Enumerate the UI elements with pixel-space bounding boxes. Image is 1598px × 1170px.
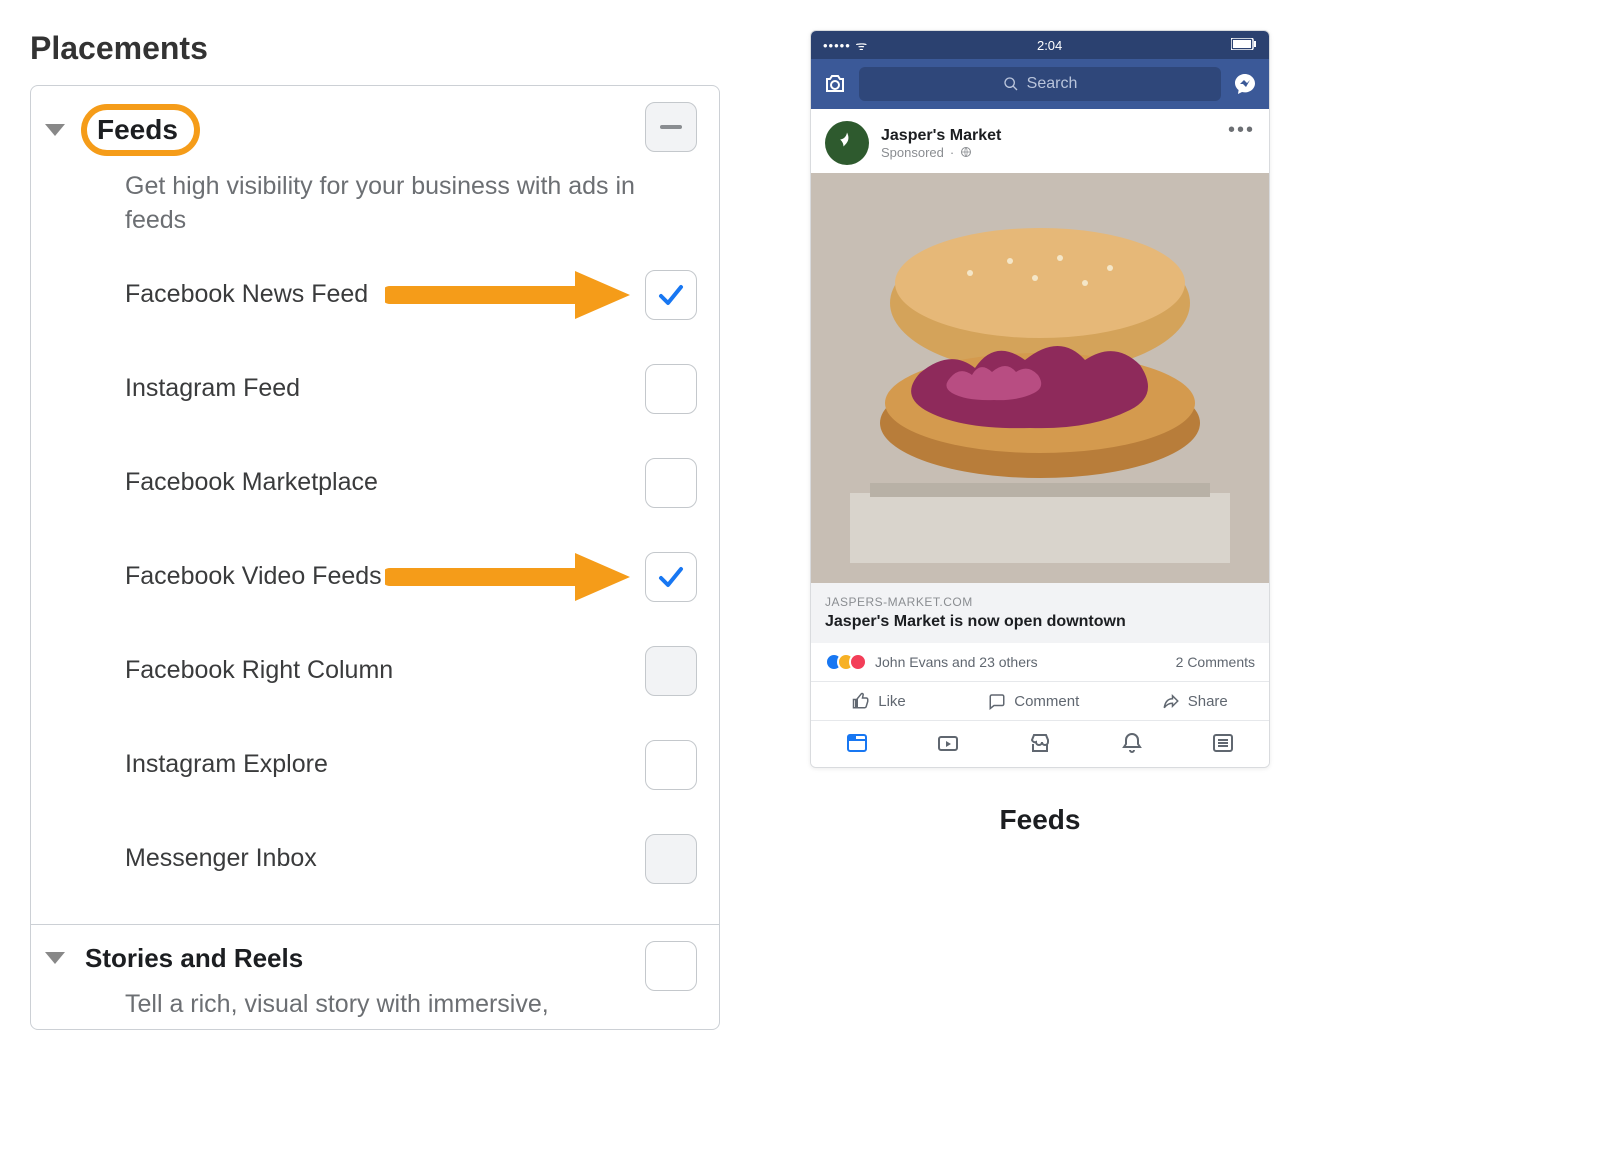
checkbox[interactable] bbox=[645, 364, 697, 414]
post-menu-icon[interactable]: ••• bbox=[1228, 125, 1255, 135]
tab-watch-icon[interactable] bbox=[935, 731, 961, 755]
post-action-row: Like Comment Share bbox=[811, 682, 1269, 721]
feeds-options: Facebook News Feed Instagram Feed F bbox=[125, 248, 697, 906]
option-label: Instagram Feed bbox=[125, 374, 300, 403]
checkbox[interactable] bbox=[645, 552, 697, 602]
search-icon bbox=[1003, 76, 1019, 92]
option-label: Facebook Right Column bbox=[125, 656, 393, 685]
status-time: 2:04 bbox=[1037, 38, 1062, 53]
option-facebook-right-column[interactable]: Facebook Right Column bbox=[125, 624, 697, 718]
option-facebook-marketplace[interactable]: Facebook Marketplace bbox=[125, 436, 697, 530]
option-label: Facebook Video Feeds bbox=[125, 562, 382, 591]
like-button[interactable]: Like bbox=[852, 692, 906, 710]
section-feeds: Feeds Get high visibility for your busin… bbox=[31, 86, 719, 925]
caret-down-icon[interactable] bbox=[45, 952, 65, 964]
link-title: Jasper's Market is now open downtown bbox=[825, 613, 1255, 631]
option-instagram-feed[interactable]: Instagram Feed bbox=[125, 342, 697, 436]
tab-menu-icon[interactable] bbox=[1210, 731, 1236, 755]
comment-icon bbox=[988, 692, 1006, 710]
like-icon bbox=[852, 692, 870, 710]
section-stories-title: Stories and Reels bbox=[81, 943, 303, 974]
comment-label: Comment bbox=[1014, 693, 1079, 710]
share-icon bbox=[1162, 692, 1180, 710]
tab-feed-icon[interactable] bbox=[844, 731, 870, 755]
option-label: Messenger Inbox bbox=[125, 844, 317, 873]
share-label: Share bbox=[1188, 693, 1228, 710]
page-title: Placements bbox=[30, 30, 720, 67]
option-instagram-explore[interactable]: Instagram Explore bbox=[125, 718, 697, 812]
like-label: Like bbox=[878, 693, 906, 710]
checkbox[interactable] bbox=[645, 834, 697, 884]
messenger-icon[interactable] bbox=[1233, 72, 1257, 96]
ad-post: Jasper's Market Sponsored · ••• bbox=[811, 109, 1269, 767]
camera-icon[interactable] bbox=[823, 72, 847, 96]
annotation-arrow-icon bbox=[385, 547, 635, 607]
reactions-row[interactable]: John Evans and 23 others 2 Comments bbox=[811, 643, 1269, 682]
placements-panel: Feeds Get high visibility for your busin… bbox=[30, 85, 720, 1030]
option-facebook-video-feeds[interactable]: Facebook Video Feeds bbox=[125, 530, 697, 624]
stories-master-checkbox[interactable] bbox=[645, 941, 697, 991]
checkbox[interactable] bbox=[645, 458, 697, 508]
globe-icon bbox=[960, 146, 972, 158]
advertiser-name[interactable]: Jasper's Market bbox=[881, 127, 1001, 145]
sponsored-label: Sponsored bbox=[881, 145, 944, 160]
reaction-icons bbox=[825, 653, 867, 671]
search-input[interactable]: Search bbox=[859, 67, 1221, 101]
comments-count[interactable]: 2 Comments bbox=[1176, 654, 1255, 670]
tab-notifications-icon[interactable] bbox=[1119, 731, 1145, 755]
checkbox[interactable] bbox=[645, 646, 697, 696]
section-stories-reels: Stories and Reels Tell a rich, visual st… bbox=[31, 925, 719, 1022]
section-stories-description: Tell a rich, visual story with immersive… bbox=[125, 988, 645, 1022]
caret-down-icon[interactable] bbox=[45, 124, 65, 136]
section-feeds-title: Feeds bbox=[81, 104, 200, 156]
signal-icon: ••••• ᯤ bbox=[823, 36, 868, 54]
option-facebook-news-feed[interactable]: Facebook News Feed bbox=[125, 248, 697, 342]
option-label: Instagram Explore bbox=[125, 750, 328, 779]
ad-image[interactable] bbox=[811, 173, 1269, 583]
comment-button[interactable]: Comment bbox=[988, 692, 1079, 710]
option-label: Facebook Marketplace bbox=[125, 468, 378, 497]
annotation-arrow-icon bbox=[385, 265, 635, 325]
preview-caption: Feeds bbox=[1000, 804, 1081, 836]
checkbox[interactable] bbox=[645, 740, 697, 790]
reactions-text: John Evans and 23 others bbox=[875, 654, 1038, 670]
tab-marketplace-icon[interactable] bbox=[1027, 731, 1053, 755]
link-domain: JASPERS-MARKET.COM bbox=[825, 595, 1255, 609]
feeds-master-checkbox[interactable] bbox=[645, 102, 697, 152]
check-icon bbox=[657, 281, 685, 309]
phone-statusbar: ••••• ᯤ 2:04 bbox=[811, 31, 1269, 59]
share-button[interactable]: Share bbox=[1162, 692, 1228, 710]
section-feeds-description: Get high visibility for your business wi… bbox=[125, 170, 645, 238]
option-messenger-inbox[interactable]: Messenger Inbox bbox=[125, 812, 697, 906]
option-label: Facebook News Feed bbox=[125, 280, 368, 309]
ad-preview-phone: ••••• ᯤ 2:04 Search bbox=[810, 30, 1270, 768]
check-icon bbox=[657, 563, 685, 591]
search-placeholder: Search bbox=[1027, 75, 1078, 93]
battery-icon bbox=[1231, 38, 1257, 53]
link-card[interactable]: JASPERS-MARKET.COM Jasper's Market is no… bbox=[811, 583, 1269, 643]
checkbox[interactable] bbox=[645, 270, 697, 320]
minus-icon bbox=[660, 125, 682, 129]
advertiser-avatar[interactable] bbox=[825, 121, 869, 165]
fb-top-nav: Search bbox=[811, 59, 1269, 109]
fb-tab-bar bbox=[811, 721, 1269, 767]
